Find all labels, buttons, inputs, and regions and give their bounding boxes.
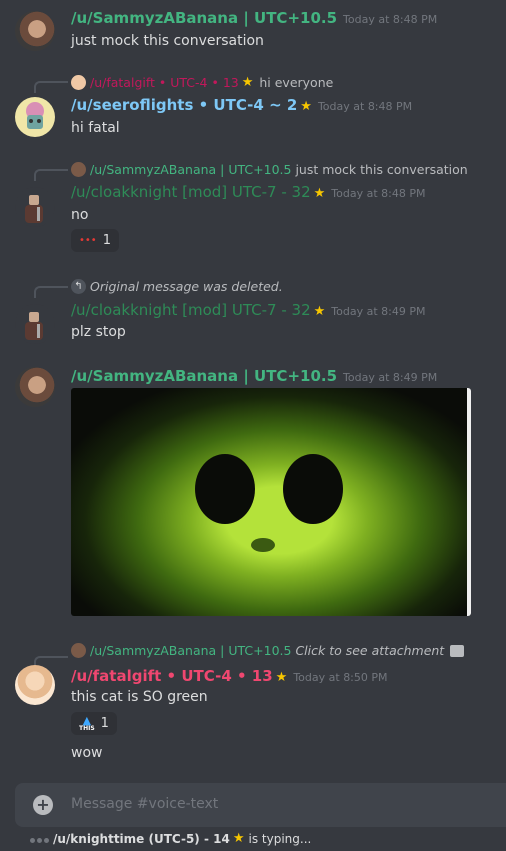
reaction-label: THIS bbox=[79, 725, 95, 732]
reply-text: just mock this conversation bbox=[295, 162, 468, 177]
timestamp: Today at 8:49 PM bbox=[331, 305, 426, 318]
avatar[interactable] bbox=[15, 187, 55, 227]
star-icon: ★ bbox=[300, 99, 312, 114]
mini-avatar bbox=[71, 162, 86, 177]
message-composer[interactable]: + Message #voice-text bbox=[15, 783, 506, 827]
reply-author[interactable]: /u/SammyzABanana | UTC+10.5 bbox=[90, 162, 291, 177]
reply-preview[interactable]: /u/SammyzABanana | UTC+10.5 just mock th… bbox=[71, 162, 468, 177]
message-text: no bbox=[71, 207, 89, 223]
deleted-reply-text: Original message was deleted. bbox=[90, 279, 283, 294]
avatar[interactable] bbox=[15, 11, 55, 51]
knight-avatar-icon bbox=[25, 195, 43, 223]
reply-preview[interactable]: /u/SammyzABanana | UTC+10.5 Click to see… bbox=[71, 643, 465, 658]
reply-preview: ↰ Original message was deleted. bbox=[71, 279, 283, 294]
cat-nose bbox=[251, 538, 275, 552]
star-icon: ★ bbox=[313, 304, 326, 319]
author-label[interactable]: /u/cloakknight [mod] UTC-7 - 32 bbox=[71, 301, 311, 319]
cat-eye bbox=[283, 454, 343, 524]
author-name[interactable]: /u/cloakknight [mod] UTC-7 - 32 ★ Today at… bbox=[71, 301, 425, 319]
typing-user: /u/knighttime (UTC-5) - 14 bbox=[53, 831, 230, 846]
avatar[interactable] bbox=[15, 367, 55, 407]
reaction-emoji-icon: ••• bbox=[79, 235, 97, 246]
author-name[interactable]: /u/fatalgift • UTC-4 • 13 ★ Today at 8:50 … bbox=[71, 667, 388, 685]
message-text: hi fatal bbox=[71, 120, 120, 136]
star-icon: ★ bbox=[241, 75, 254, 90]
reply-spine bbox=[34, 81, 68, 93]
timestamp: Today at 8:48 PM bbox=[331, 187, 426, 200]
message-input[interactable]: Message #voice-text bbox=[71, 796, 218, 812]
avatar[interactable] bbox=[15, 97, 55, 137]
reply-author[interactable]: /u/SammyzABanana | UTC+10.5 bbox=[90, 643, 291, 658]
author-name[interactable]: /u/SammyzABanana | UTC+10.5 Today at 8:48… bbox=[71, 9, 437, 27]
timestamp: Today at 8:50 PM bbox=[293, 671, 388, 684]
reply-author[interactable]: /u/fatalgift • UTC-4 • 13 bbox=[90, 75, 239, 90]
add-attachment-button[interactable]: + bbox=[33, 795, 53, 815]
reply-spine bbox=[34, 169, 68, 181]
typing-dots-icon bbox=[30, 832, 51, 846]
star-icon: ★ bbox=[313, 186, 326, 201]
mini-avatar bbox=[71, 643, 86, 658]
cat-eye bbox=[195, 454, 255, 524]
reaction-chip[interactable]: ••• 1 bbox=[71, 229, 119, 252]
reaction-count: 1 bbox=[100, 716, 109, 731]
reply-text: hi everyone bbox=[259, 75, 334, 90]
this-arrow-icon: ▲ THIS bbox=[79, 714, 95, 732]
typing-suffix: is typing... bbox=[248, 831, 312, 846]
timestamp: Today at 8:48 PM bbox=[343, 13, 438, 26]
author-name[interactable]: /u/cloakknight [mod] UTC-7 - 32 ★ Today at… bbox=[71, 183, 425, 201]
avatar-art-icon bbox=[26, 102, 44, 129]
image-border bbox=[467, 388, 471, 616]
reaction-chip[interactable]: ▲ THIS 1 bbox=[71, 712, 117, 735]
timestamp: Today at 8:49 PM bbox=[343, 371, 438, 384]
avatar[interactable] bbox=[15, 304, 55, 344]
image-icon bbox=[450, 644, 465, 657]
star-icon: ★ bbox=[275, 670, 288, 685]
timestamp: Today at 8:48 PM bbox=[317, 100, 413, 113]
reaction-count: 1 bbox=[102, 233, 111, 248]
author-name[interactable]: /u/seeroflights • UTC-4 ~ 2 ★ Today at 8:4… bbox=[71, 96, 412, 114]
author-label[interactable]: /u/cloakknight [mod] UTC-7 - 32 bbox=[71, 183, 311, 201]
message-text: just mock this conversation bbox=[71, 33, 264, 49]
reply-text: Click to see attachment bbox=[295, 643, 445, 658]
message-text: this cat is SO green bbox=[71, 689, 208, 705]
star-icon: ★ bbox=[232, 831, 245, 846]
reply-spine bbox=[34, 286, 68, 298]
message-text: plz stop bbox=[71, 324, 126, 340]
reply-arrow-icon: ↰ bbox=[71, 279, 86, 294]
avatar[interactable] bbox=[15, 665, 55, 705]
author-label[interactable]: /u/SammyzABanana | UTC+10.5 bbox=[71, 9, 337, 27]
mini-avatar bbox=[71, 75, 86, 90]
knight-avatar-icon bbox=[25, 312, 43, 340]
author-label[interactable]: /u/SammyzABanana | UTC+10.5 bbox=[71, 367, 337, 385]
green-cat-image[interactable] bbox=[71, 388, 471, 616]
message-text: wow bbox=[71, 745, 103, 761]
reply-preview[interactable]: /u/fatalgift • UTC-4 • 13 ★ hi everyone bbox=[71, 75, 333, 90]
author-name[interactable]: /u/SammyzABanana | UTC+10.5 Today at 8:49… bbox=[71, 367, 437, 385]
typing-indicator: /u/knighttime (UTC-5) - 14 ★ is typing..… bbox=[30, 831, 311, 846]
author-label[interactable]: /u/fatalgift • UTC-4 • 13 bbox=[71, 667, 273, 685]
author-label[interactable]: /u/seeroflights • UTC-4 ~ 2 bbox=[71, 96, 297, 114]
